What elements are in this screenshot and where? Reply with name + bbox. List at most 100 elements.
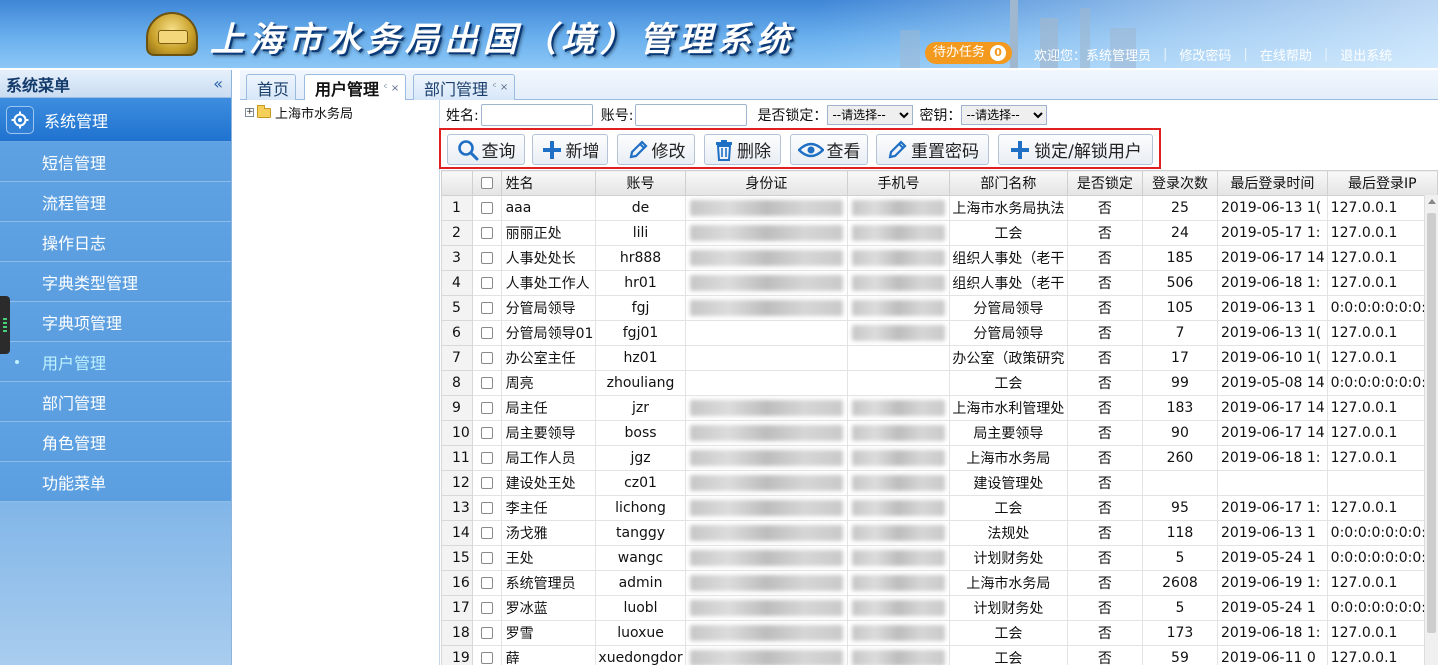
table-row[interactable]: 10 局主要领导 boss 局主要领导否 90 2019-06-17 14 127.0.0.… bbox=[441, 420, 1438, 446]
table-row[interactable]: 3 人事处处长 hr888 组织人事处（老干否 185 2019-06-17 14 127.… bbox=[441, 245, 1438, 271]
column-header-locked[interactable]: 是否锁定 bbox=[1066, 170, 1143, 196]
row-select[interactable] bbox=[471, 370, 502, 396]
column-header-department[interactable]: 部门名称 bbox=[948, 170, 1068, 196]
table-row[interactable]: 15 王处 wangc 计划财务处否 5 2019-05-24 1 0:0:0:0:0:0:… bbox=[441, 545, 1438, 571]
table-row[interactable]: 7 办公室主任 hz01 办公室（政策研究否 17 2019-06-10 1(127.0.… bbox=[441, 345, 1438, 371]
sidebar-item-workflow[interactable]: 流程管理 bbox=[0, 182, 231, 222]
sidebar-group-system[interactable]: 系统管理 bbox=[0, 98, 231, 142]
row-checkbox[interactable] bbox=[480, 202, 493, 214]
row-select[interactable] bbox=[471, 420, 502, 446]
select-all-checkbox[interactable] bbox=[480, 177, 493, 189]
todo-tasks-button[interactable]: 待办任务 0 bbox=[925, 42, 1013, 64]
column-header-account[interactable]: 账号 bbox=[595, 170, 686, 196]
row-select[interactable] bbox=[471, 445, 502, 471]
row-select[interactable] bbox=[471, 395, 502, 421]
table-row[interactable]: 18 罗雪 luoxue 工会否 173 2019-06-18 1: 127.0.0.1 bbox=[441, 620, 1438, 646]
sidebar-item-function-menu[interactable]: 功能菜单 bbox=[0, 462, 231, 502]
expand-icon[interactable]: + bbox=[245, 108, 254, 117]
row-checkbox[interactable] bbox=[480, 352, 493, 364]
table-row[interactable]: 16 系统管理员 admin 上海市水务局否 2608 2019-06-19 1: 127.… bbox=[441, 570, 1438, 596]
row-checkbox[interactable] bbox=[480, 327, 493, 339]
account-input[interactable] bbox=[635, 104, 748, 126]
query-button[interactable]: 查询 bbox=[447, 134, 525, 165]
table-row[interactable]: 6 分管局领导01 fgj01 分管局领导否 7 2019-06-13 1(127.0.0… bbox=[441, 320, 1438, 346]
row-select[interactable] bbox=[471, 470, 502, 496]
row-select[interactable] bbox=[471, 595, 502, 621]
tree-node-root[interactable]: + 上海市水务局 bbox=[245, 103, 353, 122]
online-help-link[interactable]: 在线帮助 bbox=[1260, 45, 1312, 64]
table-row[interactable]: 9 局主任 jzr 上海市水利管理处否 183 2019-06-17 14 127.0.0.… bbox=[441, 395, 1438, 421]
sidebar-item-dict-entry[interactable]: 字典项管理 bbox=[0, 302, 231, 342]
sidebar-drag-handle[interactable] bbox=[0, 296, 10, 354]
tab-user-management[interactable]: 用户管理 ᶜ × bbox=[304, 74, 407, 101]
column-header-last-login-time[interactable]: 最后登录时间 bbox=[1217, 170, 1328, 196]
table-row[interactable]: 17 罗冰蓝 luobl 计划财务处否 5 2019-05-24 1 0:0:0:0:0:0… bbox=[441, 595, 1438, 621]
add-button[interactable]: 新增 bbox=[532, 134, 608, 165]
table-row[interactable]: 1 aaa de 上海市水务局执法否 25 2019-06-13 1(127.0.0.1 bbox=[441, 195, 1438, 221]
row-checkbox[interactable] bbox=[480, 602, 493, 614]
row-checkbox[interactable] bbox=[480, 502, 493, 514]
row-select[interactable] bbox=[471, 320, 502, 346]
table-row[interactable]: 13 李主任 lichong 工会否 95 2019-06-17 1: 127.0.0.1 bbox=[441, 495, 1438, 521]
table-row[interactable]: 14 汤戈雅 tanggy 法规处否 118 2019-06-13 1 0:0:0:0:0:… bbox=[441, 520, 1438, 546]
scroll-up-icon[interactable] bbox=[1428, 199, 1436, 204]
reset-password-button[interactable]: 重置密码 bbox=[876, 134, 989, 165]
row-select[interactable] bbox=[471, 245, 502, 271]
row-select[interactable] bbox=[471, 220, 502, 246]
row-select[interactable] bbox=[471, 520, 502, 546]
table-row[interactable]: 4 人事处工作人 hr01 组织人事处（老干否 506 2019-06-18 1: 127.… bbox=[441, 270, 1438, 296]
tab-close-icon[interactable]: ᶜ × bbox=[384, 83, 399, 94]
row-checkbox[interactable] bbox=[480, 527, 493, 539]
row-checkbox[interactable] bbox=[480, 552, 493, 564]
row-select[interactable] bbox=[471, 620, 502, 646]
row-checkbox[interactable] bbox=[480, 402, 493, 414]
sidebar-item-roles[interactable]: 角色管理 bbox=[0, 422, 231, 462]
sidebar-item-operation-log[interactable]: 操作日志 bbox=[0, 222, 231, 262]
locked-select[interactable]: --请选择-- bbox=[827, 105, 914, 125]
row-checkbox[interactable] bbox=[480, 277, 493, 289]
tab-department-management[interactable]: 部门管理 ᶜ × bbox=[413, 74, 516, 100]
lock-unlock-user-button[interactable]: 锁定/解锁用户 bbox=[998, 134, 1153, 165]
row-checkbox[interactable] bbox=[480, 652, 493, 664]
row-select[interactable] bbox=[471, 645, 502, 665]
sidebar-item-departments[interactable]: 部门管理 bbox=[0, 382, 231, 422]
row-checkbox[interactable] bbox=[480, 427, 493, 439]
row-checkbox[interactable] bbox=[480, 452, 493, 464]
sidebar-item-dict-type[interactable]: 字典类型管理 bbox=[0, 262, 231, 302]
logout-link[interactable]: 退出系统 bbox=[1340, 45, 1392, 64]
secret-key-select[interactable]: --请选择-- bbox=[961, 105, 1048, 125]
sidebar-item-users[interactable]: 用户管理 bbox=[0, 342, 231, 382]
change-password-link[interactable]: 修改密码 bbox=[1179, 45, 1231, 64]
column-header-login-count[interactable]: 登录次数 bbox=[1141, 170, 1219, 196]
table-row[interactable]: 12 建设处王处 cz01 建设管理处否 bbox=[441, 470, 1438, 496]
column-header-last-login-ip[interactable]: 最后登录IP bbox=[1326, 170, 1438, 196]
table-row[interactable]: 19 薛 xuedongdor 工会否 59 2019-06-11 0 127.0.0.1 bbox=[441, 645, 1438, 665]
tab-close-icon[interactable]: ᶜ × bbox=[493, 82, 508, 93]
row-select[interactable] bbox=[471, 545, 502, 571]
row-checkbox[interactable] bbox=[480, 377, 493, 389]
row-select[interactable] bbox=[471, 345, 502, 371]
row-checkbox[interactable] bbox=[480, 577, 493, 589]
row-checkbox[interactable] bbox=[480, 302, 493, 314]
scrollbar-thumb[interactable] bbox=[1427, 213, 1436, 633]
edit-button[interactable]: 修改 bbox=[617, 134, 695, 165]
row-checkbox[interactable] bbox=[480, 627, 493, 639]
column-header-id-card[interactable]: 身份证 bbox=[684, 170, 849, 196]
table-row[interactable]: 5 分管局领导 fgj 分管局领导否 105 2019-06-13 1 0:0:0:0:0:… bbox=[441, 295, 1438, 321]
collapse-sidebar-icon[interactable]: « bbox=[213, 74, 223, 93]
row-checkbox[interactable] bbox=[480, 227, 493, 239]
table-row[interactable]: 2 丽丽正处 lili 工会否 24 2019-05-17 1: 127.0.0.1 bbox=[441, 220, 1438, 246]
row-select[interactable] bbox=[471, 195, 502, 221]
row-checkbox[interactable] bbox=[480, 477, 493, 489]
row-select[interactable] bbox=[471, 270, 502, 296]
row-select[interactable] bbox=[471, 495, 502, 521]
tab-home[interactable]: 首页 bbox=[246, 74, 297, 100]
table-row[interactable]: 11 局工作人员 jgz 上海市水务局否 260 2019-06-18 1: 127.0.0… bbox=[441, 445, 1438, 471]
table-row[interactable]: 8 周亮 zhouliang 工会否 99 2019-05-08 14 0:0:0:0:0:… bbox=[441, 370, 1438, 396]
row-select[interactable] bbox=[471, 295, 502, 321]
row-select[interactable] bbox=[471, 570, 502, 596]
sidebar-item-sms[interactable]: 短信管理 bbox=[0, 142, 231, 182]
view-button[interactable]: 查看 bbox=[790, 134, 868, 165]
column-header-phone[interactable]: 手机号 bbox=[847, 170, 950, 196]
name-input[interactable] bbox=[480, 104, 593, 126]
